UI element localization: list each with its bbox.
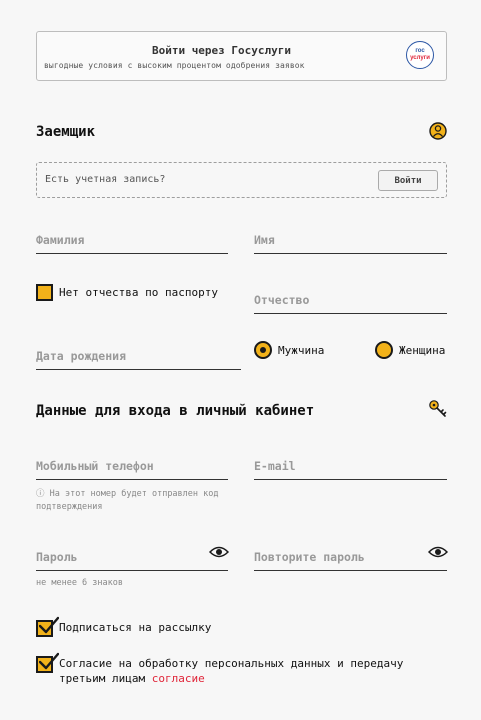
gender-male-label: Мужчина xyxy=(278,344,325,357)
login-button[interactable]: Войти xyxy=(378,170,438,191)
birth-date-input[interactable] xyxy=(36,349,241,363)
gender-male-radio[interactable] xyxy=(254,341,272,359)
account-question: Есть учетная запись? xyxy=(45,174,166,185)
gosuslugi-login-button[interactable]: Войти через Госуслуги выгодные условия с… xyxy=(36,31,447,81)
check-icon xyxy=(39,652,59,670)
show-repeat-password-eye-icon[interactable] xyxy=(428,545,448,559)
personal-data-checkbox[interactable] xyxy=(36,652,59,673)
birth-date-field xyxy=(36,344,241,370)
first-name-field xyxy=(254,228,447,254)
gosuslugi-title: Войти через Госуслуги xyxy=(151,44,292,57)
phone-input[interactable] xyxy=(36,459,228,473)
last-name-field xyxy=(36,228,228,254)
gender-female-radio[interactable] xyxy=(375,341,393,359)
radio-selected-dot xyxy=(260,347,266,353)
gosuslugi-logo-icon: гос услуги xyxy=(406,41,434,69)
first-name-input[interactable] xyxy=(254,233,447,247)
check-icon xyxy=(39,616,59,634)
existing-account-box: Есть учетная запись? Войти xyxy=(36,162,447,198)
last-name-input[interactable] xyxy=(36,233,228,247)
gosuslugi-logo-line1: гос xyxy=(415,48,425,54)
phone-field xyxy=(36,454,228,480)
show-password-eye-icon[interactable] xyxy=(209,545,229,559)
personal-data-text: Согласие на обработку персональных данны… xyxy=(59,657,404,685)
key-icon xyxy=(429,400,447,417)
user-icon xyxy=(429,122,447,140)
gosuslugi-logo-line2: услуги xyxy=(410,55,430,61)
gosuslugi-subtitle: выгодные условия с высоким процентом одо… xyxy=(44,61,305,70)
password-hint: не менее 6 знаков xyxy=(36,578,123,588)
password-field xyxy=(36,545,228,571)
repeat-password-field xyxy=(254,545,447,571)
newsletter-label: Подписаться на рассылку xyxy=(59,621,212,634)
borrower-section-title: Заемщик xyxy=(36,124,96,140)
consent-link[interactable]: согласие xyxy=(152,672,205,685)
no-patronymic-checkbox[interactable] xyxy=(36,284,53,301)
patronymic-field xyxy=(254,288,447,314)
patronymic-input[interactable] xyxy=(254,293,447,307)
login-data-section-title: Данные для входа в личный кабинет xyxy=(36,403,315,419)
newsletter-checkbox[interactable] xyxy=(36,616,59,637)
phone-hint: ⓘ На этот номер будет отправлен код подт… xyxy=(36,489,219,512)
gender-female-label: Женщина xyxy=(399,344,446,357)
email-field xyxy=(254,454,447,480)
no-patronymic-label: Нет отчества по паспорту xyxy=(59,286,218,299)
repeat-password-input[interactable] xyxy=(254,550,447,564)
email-input[interactable] xyxy=(254,459,447,473)
password-input[interactable] xyxy=(36,550,228,564)
personal-data-label: Согласие на обработку персональных данны… xyxy=(59,656,429,686)
